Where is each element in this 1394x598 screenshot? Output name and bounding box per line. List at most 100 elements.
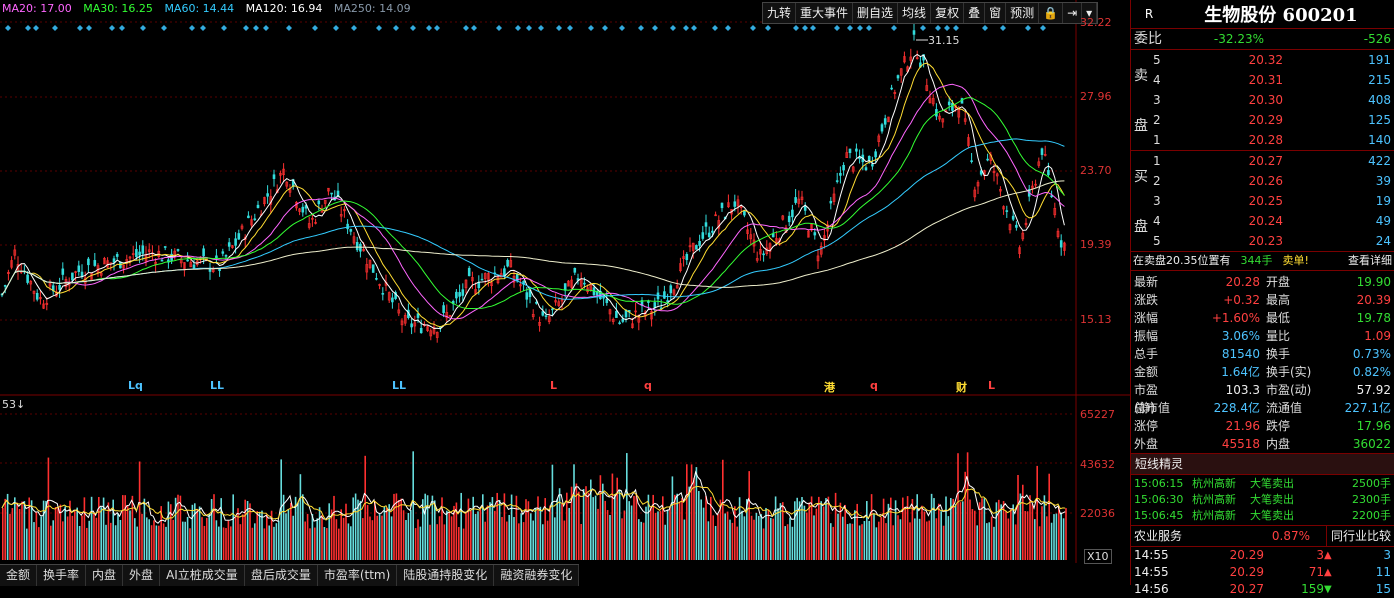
volume-bar: [16, 502, 18, 560]
view-detail-link[interactable]: 查看详细: [1348, 252, 1394, 270]
buy-row[interactable]: 1 20.27 422: [1131, 151, 1394, 171]
industry-name[interactable]: 农业服务: [1131, 526, 1234, 546]
sell-row[interactable]: 2 20.29 125: [1131, 110, 1394, 130]
tab-margin-trading[interactable]: 融资融券变化: [494, 565, 580, 586]
buy-row[interactable]: 5 20.23 24: [1131, 231, 1394, 251]
tab-amount[interactable]: 金额: [0, 565, 38, 586]
event-marker[interactable]: q: [644, 379, 652, 392]
candle-body: [794, 197, 797, 203]
volume: 191: [1368, 53, 1391, 67]
event-marker[interactable]: LL: [210, 379, 224, 392]
toolbar-jiuzhuan[interactable]: 九转: [763, 3, 797, 23]
volume-bar: [273, 526, 275, 560]
volume-tick-2: 22036: [1080, 507, 1115, 520]
spirit-item[interactable]: 15:06:30 杭州高新 大笔卖出 2300手: [1131, 492, 1394, 508]
volume-bar: [926, 521, 928, 560]
volume-bar: [251, 527, 254, 560]
volume-bar: [417, 519, 419, 560]
sell-row[interactable]: 1 20.28 140: [1131, 130, 1394, 150]
spirit-item[interactable]: 15:06:45 杭州高新 大笔卖出 2200手: [1131, 508, 1394, 524]
buy-row[interactable]: 2 20.26 39: [1131, 171, 1394, 191]
volume-bar: [208, 513, 210, 560]
tab-ai-volume[interactable]: AI立桩成交量: [160, 565, 245, 586]
candle-body: [186, 259, 189, 262]
volume-bar: [122, 495, 124, 560]
sell-row[interactable]: 4 20.31 215: [1131, 70, 1394, 90]
toolbar-major-events[interactable]: 重大事件: [796, 3, 854, 23]
order-note-tag: 卖单!: [1282, 254, 1309, 267]
candle-body: [371, 264, 375, 273]
r-tag[interactable]: R: [1131, 7, 1167, 21]
volume-bar: [748, 471, 750, 560]
volume-bar: [861, 524, 863, 560]
toolbar-ma[interactable]: 均线: [898, 3, 932, 23]
volume-bar: [21, 501, 23, 560]
event-marker[interactable]: L: [988, 379, 995, 392]
kline-svg[interactable]: [0, 0, 1130, 585]
candle-body: [829, 200, 833, 204]
volume-bar: [472, 496, 474, 560]
signal-diamond: [588, 25, 594, 31]
event-marker[interactable]: L: [550, 379, 557, 392]
sell-row[interactable]: 3 20.30 408: [1131, 90, 1394, 110]
spirit-qty: 2300手: [1352, 493, 1391, 506]
candle-body: [477, 282, 481, 289]
tick-price: 20.29: [1229, 548, 1264, 562]
candle-body: [419, 327, 423, 334]
level: 4: [1153, 214, 1161, 228]
quote-value: 17.96: [1356, 419, 1391, 433]
candle-body: [346, 223, 349, 230]
toolbar-adjust[interactable]: 复权: [931, 3, 965, 23]
buy-row[interactable]: 3 20.25 19: [1131, 191, 1394, 211]
signal-diamond: [52, 25, 58, 31]
toolbar-forecast[interactable]: 预测: [1006, 3, 1040, 23]
price: 20.24: [1248, 214, 1283, 228]
volume-bar: [501, 517, 503, 560]
volume-bar: [340, 509, 342, 560]
volume-bar: [210, 499, 213, 560]
event-marker[interactable]: Lq: [128, 379, 143, 392]
tab-northbound-holding[interactable]: 陆股通持股变化: [397, 565, 495, 586]
toolbar-remove-watchlist[interactable]: 删自选: [853, 3, 899, 23]
volume-bar: [916, 494, 918, 560]
volume-bar: [758, 515, 760, 560]
event-marker[interactable]: 财: [956, 379, 967, 395]
spirit-item[interactable]: 15:06:15 杭州高新 大笔卖出 2500手: [1131, 476, 1394, 492]
signal-diamond: [351, 25, 357, 31]
volume-bar: [40, 516, 42, 560]
tab-after-hours-volume[interactable]: 盘后成交量: [245, 565, 318, 586]
candle-body: [720, 202, 724, 209]
tab-turnover[interactable]: 换手率: [37, 565, 87, 586]
kline-chart-area[interactable]: MA20: 17.00 MA30: 16.25 MA60: 14.44 MA12…: [0, 0, 1130, 586]
weibi-label: 委比: [1134, 31, 1162, 47]
sell-row[interactable]: 5 20.32 191: [1131, 50, 1394, 70]
tab-pe-ttm[interactable]: 市盈率(ttm): [318, 565, 398, 586]
event-marker[interactable]: 港: [824, 379, 835, 395]
lock-icon[interactable]: 🔒: [1039, 3, 1064, 23]
candle-body: [912, 30, 916, 35]
industry-compare-button[interactable]: 同行业比较: [1325, 526, 1394, 546]
quote-panel: R 生物股份 600201 委比 -32.23% -526 卖 盘 5 20.32…: [1130, 0, 1394, 596]
volume-bar: [1014, 524, 1017, 560]
volume-bar: [561, 503, 563, 560]
volume-bar: [717, 513, 719, 560]
candle-body: [563, 283, 567, 291]
volume-bar: [659, 510, 662, 560]
tab-inner-volume[interactable]: 内盘: [86, 565, 124, 586]
volume-bar: [412, 451, 414, 560]
event-marker[interactable]: LL: [392, 379, 406, 392]
toolbar-window[interactable]: 窗: [985, 3, 1007, 23]
quote-label: 外盘: [1134, 437, 1159, 451]
candle-body: [503, 268, 506, 276]
volume-bar: [405, 520, 407, 560]
toolbar-overlay[interactable]: 叠: [964, 3, 986, 23]
volume-bar: [731, 522, 734, 560]
volume-bar: [844, 504, 846, 560]
short-spirit-title[interactable]: 短线精灵: [1131, 454, 1394, 475]
volume-bar: [489, 502, 491, 560]
chart-toolbar: 九转 重大事件 删自选 均线 复权 叠 窗 预测 🔒 ⇥ ▾: [762, 2, 1099, 24]
buy-row[interactable]: 4 20.24 49: [1131, 211, 1394, 231]
tab-outer-volume[interactable]: 外盘: [123, 565, 161, 586]
event-marker[interactable]: q: [870, 379, 878, 392]
volume-bar: [333, 495, 335, 560]
